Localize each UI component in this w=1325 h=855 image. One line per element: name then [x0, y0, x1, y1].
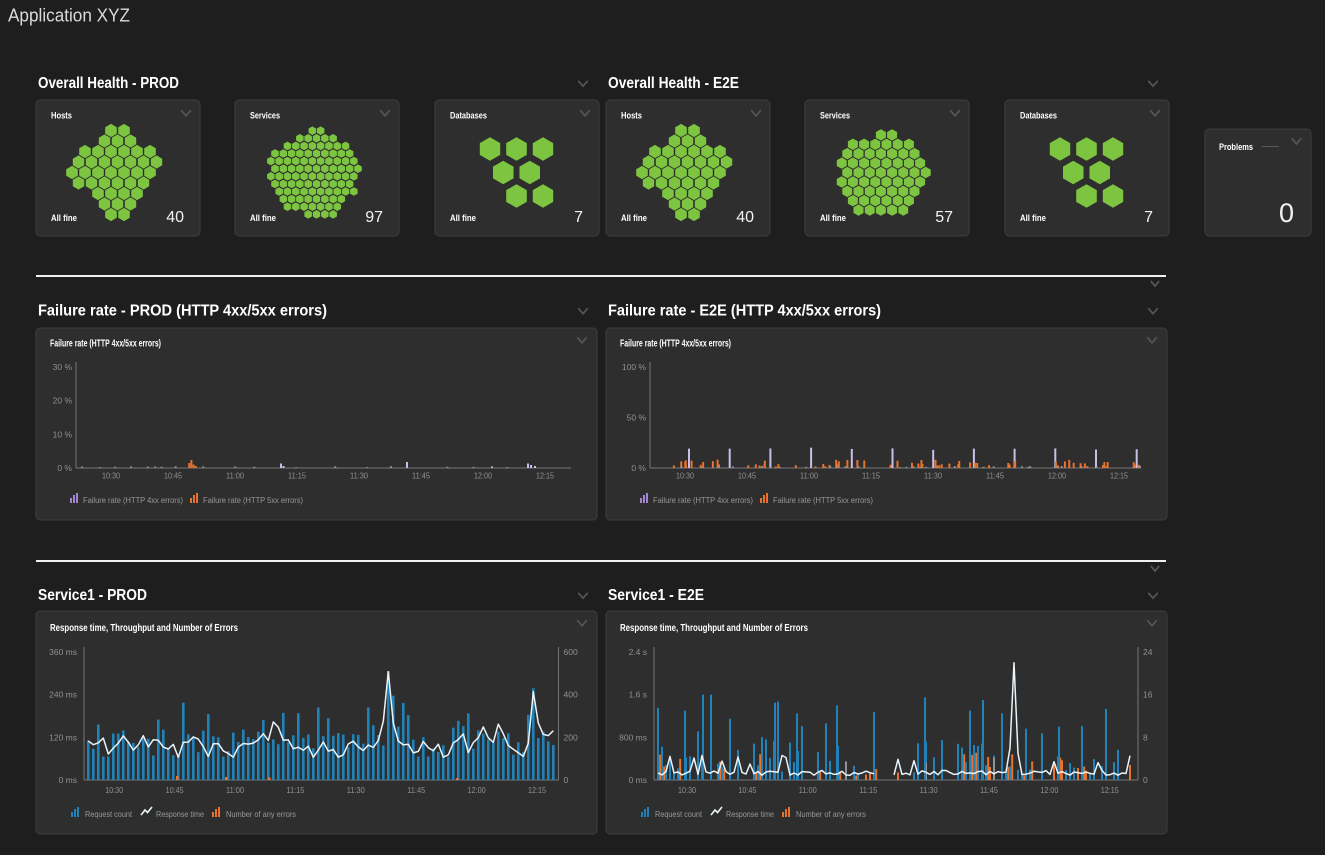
svg-text:12:15: 12:15 — [536, 471, 554, 481]
svg-text:7: 7 — [574, 209, 583, 226]
svg-text:10:30: 10:30 — [678, 785, 696, 795]
svg-text:10:45: 10:45 — [164, 471, 182, 481]
svg-text:10:45: 10:45 — [166, 785, 184, 795]
svg-text:30 %: 30 % — [53, 362, 73, 372]
svg-text:800 ms: 800 ms — [619, 732, 647, 742]
svg-text:Request count: Request count — [85, 809, 133, 819]
svg-text:11:30: 11:30 — [347, 785, 365, 795]
svg-text:0 %: 0 % — [631, 463, 646, 473]
svg-text:8: 8 — [1143, 732, 1148, 742]
svg-text:11:45: 11:45 — [980, 785, 998, 795]
svg-text:57: 57 — [935, 209, 953, 226]
svg-text:All fine: All fine — [450, 213, 476, 224]
svg-text:11:15: 11:15 — [288, 471, 306, 481]
svg-text:Number of any errors: Number of any errors — [226, 809, 296, 819]
svg-text:12:00: 12:00 — [474, 471, 492, 481]
svg-text:200: 200 — [564, 732, 578, 742]
svg-text:11:00: 11:00 — [800, 471, 818, 481]
svg-text:12:00: 12:00 — [468, 785, 486, 795]
svg-text:400: 400 — [564, 690, 578, 700]
svg-text:11:00: 11:00 — [799, 785, 817, 795]
svg-text:Request count: Request count — [655, 809, 703, 819]
svg-text:12:00: 12:00 — [1048, 471, 1066, 481]
svg-text:Failure rate (HTTP 4xx/5xx err: Failure rate (HTTP 4xx/5xx errors) — [50, 339, 161, 350]
svg-text:Application XYZ: Application XYZ — [8, 6, 130, 26]
svg-text:Response time, Throughput and: Response time, Throughput and Number of … — [620, 623, 808, 634]
svg-text:All fine: All fine — [621, 213, 647, 224]
svg-text:0 ms: 0 ms — [59, 775, 77, 785]
svg-text:Response time: Response time — [726, 809, 774, 819]
svg-text:11:30: 11:30 — [924, 471, 942, 481]
svg-text:Failure rate (HTTP 4xx/5xx err: Failure rate (HTTP 4xx/5xx errors) — [620, 339, 731, 350]
svg-text:Databases: Databases — [450, 111, 487, 122]
svg-text:11:15: 11:15 — [859, 785, 877, 795]
svg-text:Failure rate - E2E (HTTP 4xx/5: Failure rate - E2E (HTTP 4xx/5xx errors) — [608, 303, 881, 320]
svg-text:10:30: 10:30 — [105, 785, 123, 795]
svg-text:11:15: 11:15 — [862, 471, 880, 481]
svg-text:Failure rate (HTTP 5xx errors): Failure rate (HTTP 5xx errors) — [773, 495, 873, 505]
svg-text:12:00: 12:00 — [1040, 785, 1058, 795]
svg-text:11:00: 11:00 — [226, 471, 244, 481]
svg-text:11:45: 11:45 — [986, 471, 1004, 481]
svg-text:16: 16 — [1143, 690, 1153, 700]
svg-text:0: 0 — [1279, 198, 1294, 228]
svg-text:12:15: 12:15 — [1101, 785, 1119, 795]
svg-text:Failure rate (HTTP 5xx errors): Failure rate (HTTP 5xx errors) — [203, 495, 303, 505]
svg-text:All fine: All fine — [51, 213, 77, 224]
svg-text:Services: Services — [250, 111, 280, 122]
svg-text:Response time, Throughput and: Response time, Throughput and Number of … — [50, 623, 238, 634]
svg-text:Hosts: Hosts — [621, 111, 642, 122]
svg-text:11:00: 11:00 — [226, 785, 244, 795]
svg-text:Overall Health - E2E: Overall Health - E2E — [608, 75, 739, 92]
svg-text:Response time: Response time — [156, 809, 204, 819]
svg-text:10:30: 10:30 — [676, 471, 694, 481]
svg-text:10:45: 10:45 — [738, 785, 756, 795]
svg-text:24: 24 — [1143, 647, 1153, 657]
svg-text:Number of any errors: Number of any errors — [796, 809, 866, 819]
svg-text:360 ms: 360 ms — [49, 647, 77, 657]
svg-text:Hosts: Hosts — [51, 111, 72, 122]
svg-text:Failure rate - PROD (HTTP 4xx/: Failure rate - PROD (HTTP 4xx/5xx errors… — [38, 303, 327, 320]
svg-text:0 %: 0 % — [57, 463, 72, 473]
svg-text:97: 97 — [365, 209, 383, 226]
svg-text:11:30: 11:30 — [920, 785, 938, 795]
svg-text:12:15: 12:15 — [528, 785, 546, 795]
svg-text:Failure rate (HTTP 4xx errors): Failure rate (HTTP 4xx errors) — [83, 495, 183, 505]
svg-text:1.6 s: 1.6 s — [629, 690, 647, 700]
svg-text:0: 0 — [564, 775, 569, 785]
svg-text:Overall Health - PROD: Overall Health - PROD — [38, 75, 179, 92]
svg-text:0 ms: 0 ms — [629, 775, 647, 785]
svg-text:All fine: All fine — [1020, 213, 1046, 224]
svg-text:7: 7 — [1144, 209, 1153, 226]
svg-text:10 %: 10 % — [53, 429, 73, 439]
svg-text:Service1 - E2E: Service1 - E2E — [608, 587, 704, 604]
svg-text:120 ms: 120 ms — [49, 732, 77, 742]
svg-text:240 ms: 240 ms — [49, 690, 77, 700]
svg-text:Failure rate (HTTP 4xx errors): Failure rate (HTTP 4xx errors) — [653, 495, 753, 505]
svg-text:10:30: 10:30 — [102, 471, 120, 481]
svg-text:11:45: 11:45 — [412, 471, 430, 481]
svg-text:Service1 - PROD: Service1 - PROD — [38, 587, 147, 604]
svg-text:0: 0 — [1143, 775, 1148, 785]
svg-text:40: 40 — [736, 209, 754, 226]
svg-text:40: 40 — [166, 209, 184, 226]
svg-text:11:30: 11:30 — [350, 471, 368, 481]
svg-text:Problems: Problems — [1219, 142, 1253, 153]
svg-text:50 %: 50 % — [627, 413, 647, 423]
svg-text:All fine: All fine — [250, 213, 276, 224]
svg-text:All fine: All fine — [820, 213, 846, 224]
svg-text:100 %: 100 % — [622, 362, 647, 372]
svg-text:600: 600 — [564, 647, 578, 657]
svg-text:12:15: 12:15 — [1110, 471, 1128, 481]
svg-text:11:15: 11:15 — [286, 785, 304, 795]
svg-text:Databases: Databases — [1020, 111, 1057, 122]
svg-text:11:45: 11:45 — [407, 785, 425, 795]
svg-text:2.4 s: 2.4 s — [629, 647, 647, 657]
svg-text:20 %: 20 % — [53, 396, 73, 406]
svg-text:Services: Services — [820, 111, 850, 122]
svg-text:10:45: 10:45 — [738, 471, 756, 481]
